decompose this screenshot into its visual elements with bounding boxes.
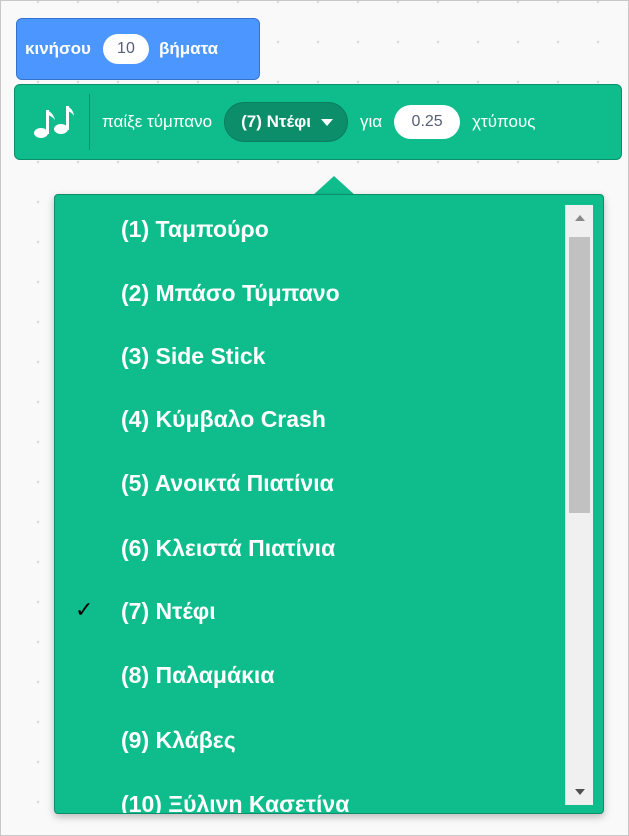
menu-item-label: (4) Κύμβαλο Crash	[121, 405, 326, 432]
menu-item-label: (6) Κλειστά Πιατίνια	[121, 534, 336, 561]
menu-item-drum-5[interactable]: (5) Ανοικτά Πιατίνια	[55, 458, 561, 508]
menu-item-drum-7[interactable]: ✓ (7) Ντέφι	[55, 586, 561, 636]
menu-item-label: (3) Side Stick	[121, 342, 266, 369]
menu-item-label: (8) Παλαμάκια	[121, 661, 275, 688]
menu-item-label: (7) Ντέφι	[121, 597, 216, 624]
menu-item-drum-4[interactable]: (4) Κύμβαλο Crash	[55, 394, 561, 444]
beats-input[interactable]: 0.25	[394, 105, 461, 139]
beats-label: χτύπους	[472, 112, 536, 131]
play-drum-label: παίξε τύμπανο	[102, 112, 213, 131]
checkmark-icon: ✓	[75, 598, 94, 623]
caret-down-icon	[321, 118, 334, 126]
steps-label: βήματα	[158, 39, 219, 58]
drum-options-list: (1) Ταμπούρο (2) Μπάσο Τύμπανο (3) Side …	[55, 195, 561, 814]
menu-item-drum-2[interactable]: (2) Μπάσο Τύμπανο	[55, 268, 561, 318]
menu-item-drum-10[interactable]: (10) Ξύλινη Κασετίνα	[55, 779, 561, 814]
for-label: για	[360, 112, 383, 131]
menu-item-label: (5) Ανοικτά Πιατίνια	[121, 469, 334, 496]
menu-item-drum-9[interactable]: (9) Κλάβες	[55, 715, 561, 765]
menu-item-drum-3[interactable]: (3) Side Stick	[55, 331, 561, 381]
scroll-down-arrow-icon[interactable]	[566, 781, 593, 803]
menu-item-label: (1) Ταμπούρο	[121, 215, 269, 242]
play-drum-block[interactable]: παίξε τύμπανο (7) Ντέφι για 0.25 χτύπους	[14, 84, 622, 160]
steps-input[interactable]: 10	[102, 34, 149, 64]
menu-item-drum-1[interactable]: (1) Ταμπούρο	[55, 204, 561, 254]
menu-item-label: (9) Κλάβες	[121, 726, 236, 753]
move-steps-block[interactable]: κινήσου 10 βήματα	[16, 18, 260, 80]
menu-item-label: (2) Μπάσο Τύμπανο	[121, 279, 340, 306]
menu-item-label: (10) Ξύλινη Κασετίνα	[121, 790, 350, 814]
scroll-up-arrow-icon[interactable]	[566, 207, 593, 229]
menu-pointer-arrow	[312, 176, 356, 196]
block-icon-separator	[89, 94, 90, 150]
scrollbar-thumb[interactable]	[569, 237, 590, 513]
menu-item-drum-8[interactable]: (8) Παλαμάκια	[55, 650, 561, 700]
drum-dropdown[interactable]: (7) Ντέφι	[224, 102, 349, 142]
drum-dropdown-menu: (1) Ταμπούρο (2) Μπάσο Τύμπανο (3) Side …	[54, 194, 604, 814]
move-label: κινήσου	[25, 39, 91, 58]
music-notes-icon	[23, 92, 83, 152]
menu-item-drum-6[interactable]: (6) Κλειστά Πιατίνια	[55, 523, 561, 573]
drum-dropdown-value: (7) Ντέφι	[241, 112, 312, 131]
menu-scrollbar[interactable]	[565, 205, 593, 805]
